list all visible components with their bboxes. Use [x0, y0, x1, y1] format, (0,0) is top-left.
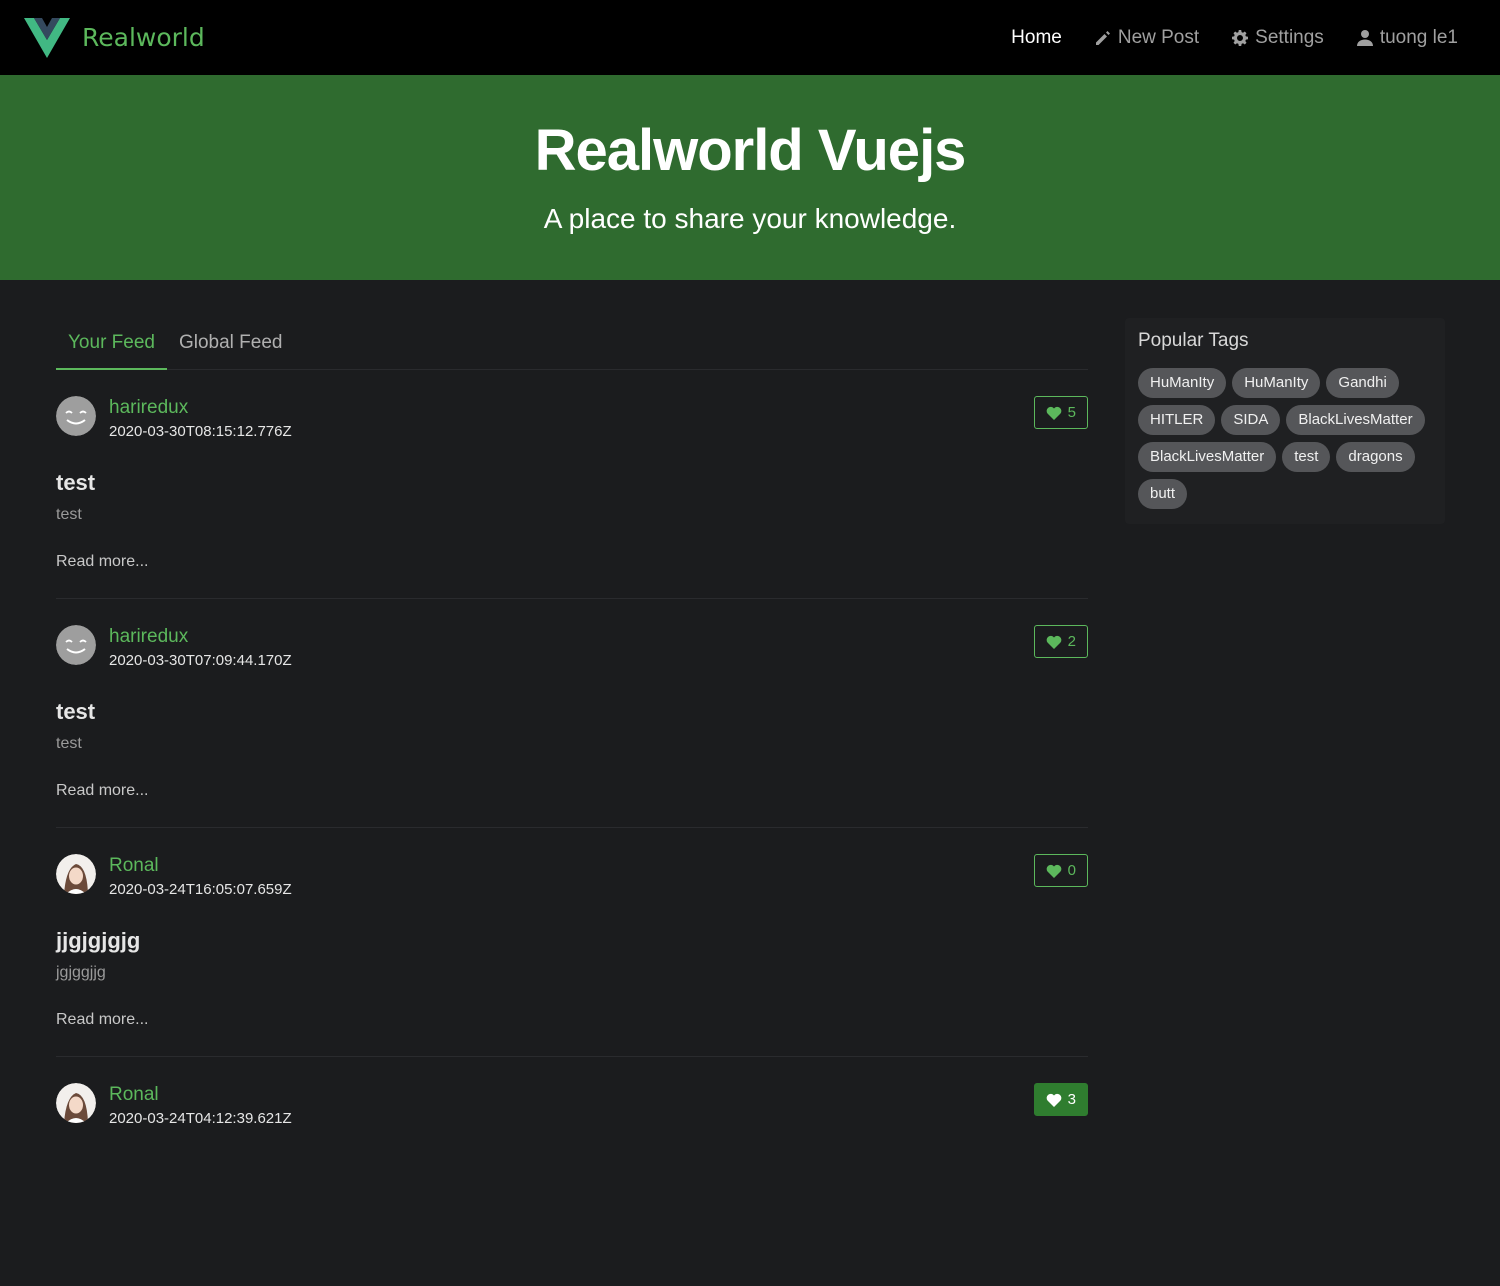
banner-title: Realworld Vuejs — [534, 118, 967, 183]
user-icon — [1356, 29, 1373, 46]
sidebar-title: Popular Tags — [1138, 330, 1249, 351]
author-link[interactable]: hariredux — [109, 397, 188, 419]
heart-icon — [1046, 406, 1062, 420]
favorite-button[interactable]: 5 — [1033, 396, 1088, 429]
tag-pill[interactable]: SIDA — [1221, 405, 1281, 435]
popular-tags-sidebar: Popular Tags HuManIty HuManIty Gandhi HI… — [1125, 318, 1445, 524]
vue-logo-icon — [24, 17, 70, 58]
tag-list: HuManIty HuManIty Gandhi HITLER SIDA Bla… — [1138, 368, 1433, 509]
read-more-link[interactable]: Read more... — [56, 553, 148, 571]
feed: Your Feed Global Feed hariredux 2020-03-… — [56, 318, 1088, 1286]
nav-settings-label: Settings — [1255, 26, 1324, 48]
favorite-count: 0 — [1067, 862, 1076, 879]
banner: Realworld Vuejs A place to share your kn… — [0, 75, 1500, 280]
heart-icon — [1046, 1093, 1062, 1107]
brand-link[interactable]: Realworld — [24, 17, 205, 58]
author-link[interactable]: Ronal — [109, 1084, 159, 1106]
favorite-button[interactable]: 2 — [1033, 625, 1088, 658]
author-link[interactable]: Ronal — [109, 855, 159, 877]
pencil-icon — [1095, 30, 1110, 45]
nav-new-post[interactable]: New Post — [1094, 27, 1199, 49]
photo-avatar-icon — [56, 854, 96, 894]
article-date: 2020-03-24T16:05:07.659Z — [109, 881, 292, 898]
tab-your-feed[interactable]: Your Feed — [56, 318, 167, 370]
smiley-avatar-icon — [56, 625, 96, 665]
favorite-count: 5 — [1067, 404, 1076, 421]
read-more-link[interactable]: Read more... — [56, 782, 148, 800]
tag-pill[interactable]: dragons — [1336, 442, 1415, 472]
photo-avatar-icon — [56, 1083, 96, 1123]
read-more-link[interactable]: Read more... — [56, 1011, 148, 1029]
avatar[interactable] — [56, 854, 96, 894]
article-description: jgjggjjg — [56, 964, 106, 981]
tag-pill[interactable]: HuManIty — [1232, 368, 1321, 398]
favorite-count: 3 — [1067, 1091, 1076, 1108]
tag-pill[interactable]: test — [1282, 442, 1331, 472]
heart-icon — [1046, 864, 1062, 878]
article-date: 2020-03-24T04:12:39.621Z — [109, 1110, 292, 1127]
article-preview: hariredux 2020-03-30T07:09:44.170Z 2 tes… — [56, 599, 1088, 828]
navbar: Realworld Home New Post Settings tuong l… — [0, 0, 1500, 75]
avatar[interactable] — [56, 625, 96, 665]
nav-settings[interactable]: Settings — [1231, 27, 1324, 49]
nav-home-label: Home — [1011, 26, 1062, 48]
favorite-count: 2 — [1067, 633, 1076, 650]
tag-pill[interactable]: BlackLivesMatter — [1286, 405, 1425, 435]
nav-profile[interactable]: tuong le1 — [1356, 27, 1458, 49]
article-preview: Ronal 2020-03-24T16:05:07.659Z 0 jjgjgjg… — [56, 828, 1088, 1057]
tag-pill[interactable]: butt — [1138, 479, 1188, 509]
smiley-avatar-icon — [56, 396, 96, 436]
nav-new-post-label: New Post — [1117, 26, 1200, 48]
nav-home[interactable]: Home — [1011, 27, 1062, 49]
author-link[interactable]: hariredux — [109, 626, 188, 648]
article-title[interactable]: jjgjgjgjg — [56, 928, 140, 954]
article-title[interactable]: test — [56, 470, 95, 496]
article-title[interactable]: test — [56, 699, 95, 725]
favorite-button[interactable]: 3 — [1033, 1083, 1088, 1116]
article-date: 2020-03-30T07:09:44.170Z — [109, 652, 292, 669]
tab-global-feed[interactable]: Global Feed — [167, 318, 295, 370]
gear-icon — [1232, 29, 1249, 46]
tag-pill[interactable]: BlackLivesMatter — [1138, 442, 1277, 472]
heart-icon — [1046, 635, 1062, 649]
avatar[interactable] — [56, 1083, 96, 1123]
tag-pill[interactable]: HuManIty — [1138, 368, 1227, 398]
nav-links: Home New Post Settings tuong le1 — [1011, 27, 1458, 49]
article-preview: Ronal 2020-03-24T04:12:39.621Z 3 — [56, 1057, 1088, 1286]
brand-name: Realworld — [82, 23, 205, 52]
article-description: test — [56, 506, 82, 523]
banner-subtitle: A place to share your knowledge. — [543, 203, 957, 234]
article-description: test — [56, 735, 82, 752]
article-preview: hariredux 2020-03-30T08:15:12.776Z 5 tes… — [56, 370, 1088, 599]
favorite-button[interactable]: 0 — [1033, 854, 1088, 887]
tag-pill[interactable]: Gandhi — [1326, 368, 1399, 398]
feed-tabs: Your Feed Global Feed — [56, 318, 1088, 370]
tag-pill[interactable]: HITLER — [1138, 405, 1216, 435]
article-date: 2020-03-30T08:15:12.776Z — [109, 423, 292, 440]
nav-profile-label: tuong le1 — [1379, 26, 1458, 48]
avatar[interactable] — [56, 396, 96, 436]
